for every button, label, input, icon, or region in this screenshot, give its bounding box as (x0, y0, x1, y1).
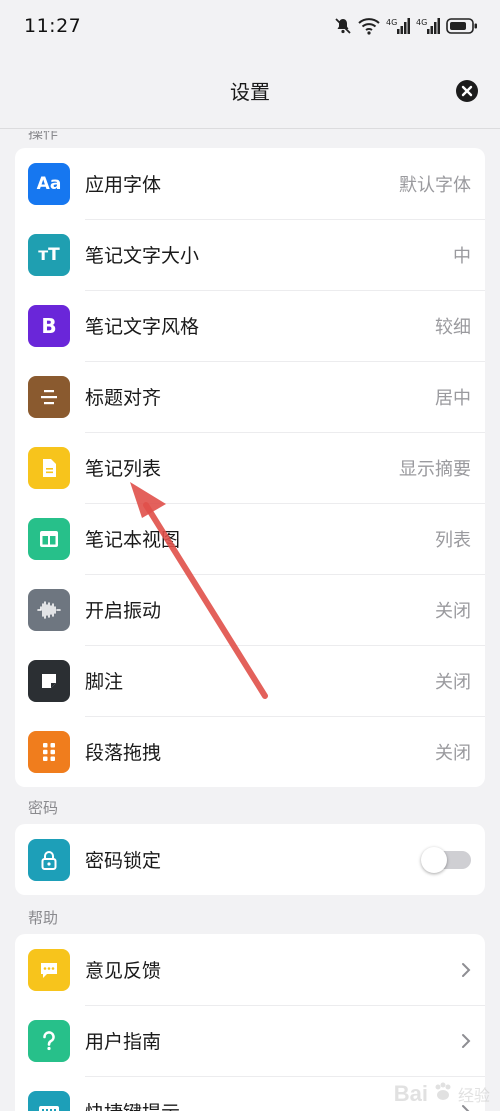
signal-4g-icon: 4G (386, 17, 410, 35)
header-divider (0, 128, 500, 129)
text-size-icon: тT (28, 233, 70, 276)
svg-text:4G: 4G (386, 18, 397, 27)
document-icon (28, 446, 70, 489)
operation-settings-card: Aa 应用字体 默认字体 тT 笔记文字大小 中 B 笔记文字风格 较细 标题对… (15, 148, 485, 787)
setting-row-text-size[interactable]: тT 笔记文字大小 中 (15, 219, 485, 290)
setting-label: 段落拖拽 (85, 742, 162, 764)
columns-icon (28, 517, 70, 560)
status-bar: 11:27 4G 4G (0, 0, 500, 52)
setting-label: 笔记文字风格 (85, 316, 200, 338)
status-icons: 4G 4G (334, 17, 478, 35)
help-row-user-guide[interactable]: 用户指南 (15, 1005, 485, 1076)
setting-value: 中 (453, 245, 471, 267)
toggle-knob (421, 846, 447, 873)
settings-screen: 11:27 4G 4G 设置 操作 Aa 应用字体 默认字体 тT 笔记文字大小… (0, 0, 500, 1111)
setting-label: 笔记文字大小 (85, 245, 200, 267)
svg-text:4G: 4G (416, 18, 427, 27)
setting-row-note-list[interactable]: 笔记列表 显示摘要 (15, 432, 485, 503)
setting-label: 笔记列表 (85, 458, 162, 480)
sticky-note-icon (28, 659, 70, 702)
setting-value: 默认字体 (399, 174, 471, 196)
status-time: 11:27 (24, 15, 82, 37)
setting-label: 应用字体 (85, 174, 162, 196)
setting-value: 显示摘要 (399, 458, 471, 480)
chevron-right-icon (461, 1033, 471, 1049)
align-center-icon (28, 375, 70, 418)
paw-icon (432, 1081, 454, 1107)
setting-row-paragraph-drag[interactable]: 段落拖拽 关闭 (15, 716, 485, 787)
setting-value: 关闭 (435, 600, 471, 622)
setting-row-vibration[interactable]: 开启振动 关闭 (15, 574, 485, 645)
setting-value: 关闭 (435, 671, 471, 693)
setting-label: 用户指南 (85, 1031, 162, 1053)
setting-row-password-lock[interactable]: 密码锁定 (15, 824, 485, 895)
setting-value: 列表 (435, 529, 471, 551)
setting-label: 脚注 (85, 671, 124, 693)
setting-row-text-style[interactable]: B 笔记文字风格 较细 (15, 290, 485, 361)
watermark-sub: 经验 (457, 1086, 490, 1105)
setting-label: 笔记本视图 (85, 529, 181, 551)
battery-icon (446, 17, 478, 35)
header-bar: 设置 (0, 52, 500, 128)
setting-row-title-align[interactable]: 标题对齐 居中 (15, 361, 485, 432)
lock-icon (28, 838, 70, 881)
font-icon: Aa (28, 162, 70, 205)
setting-value: 居中 (435, 387, 471, 409)
section-label-password: 密码 (28, 799, 59, 817)
close-icon (461, 82, 473, 101)
setting-label: 意见反馈 (85, 960, 162, 982)
setting-row-notebook-view[interactable]: 笔记本视图 列表 (15, 503, 485, 574)
setting-value: 关闭 (435, 742, 471, 764)
setting-row-footnote[interactable]: 脚注 关闭 (15, 645, 485, 716)
setting-label: 标题对齐 (85, 387, 162, 409)
setting-label: 开启振动 (85, 600, 162, 622)
signal-4g-icon-2: 4G (416, 17, 440, 35)
question-icon (28, 1019, 70, 1062)
feedback-icon (28, 948, 70, 991)
setting-label: 密码锁定 (85, 850, 162, 872)
bold-icon: B (28, 304, 70, 347)
setting-row-app-font[interactable]: Aa 应用字体 默认字体 (15, 148, 485, 219)
watermark: Bai 经验 (394, 1081, 490, 1107)
watermark-logo: Bai (393, 1081, 428, 1106)
chevron-right-icon (461, 962, 471, 978)
mute-icon (334, 17, 352, 35)
page-title: 设置 (230, 79, 270, 104)
password-lock-toggle[interactable] (421, 846, 471, 873)
vibration-wave-icon (28, 588, 70, 631)
close-button[interactable] (456, 80, 478, 102)
password-settings-card: 密码锁定 (15, 824, 485, 895)
help-row-feedback[interactable]: 意见反馈 (15, 934, 485, 1005)
keyboard-icon (28, 1090, 70, 1111)
drag-grid-icon (28, 730, 70, 773)
section-label-help: 帮助 (28, 909, 59, 927)
wifi-icon (358, 17, 380, 35)
setting-value: 较细 (435, 316, 471, 338)
